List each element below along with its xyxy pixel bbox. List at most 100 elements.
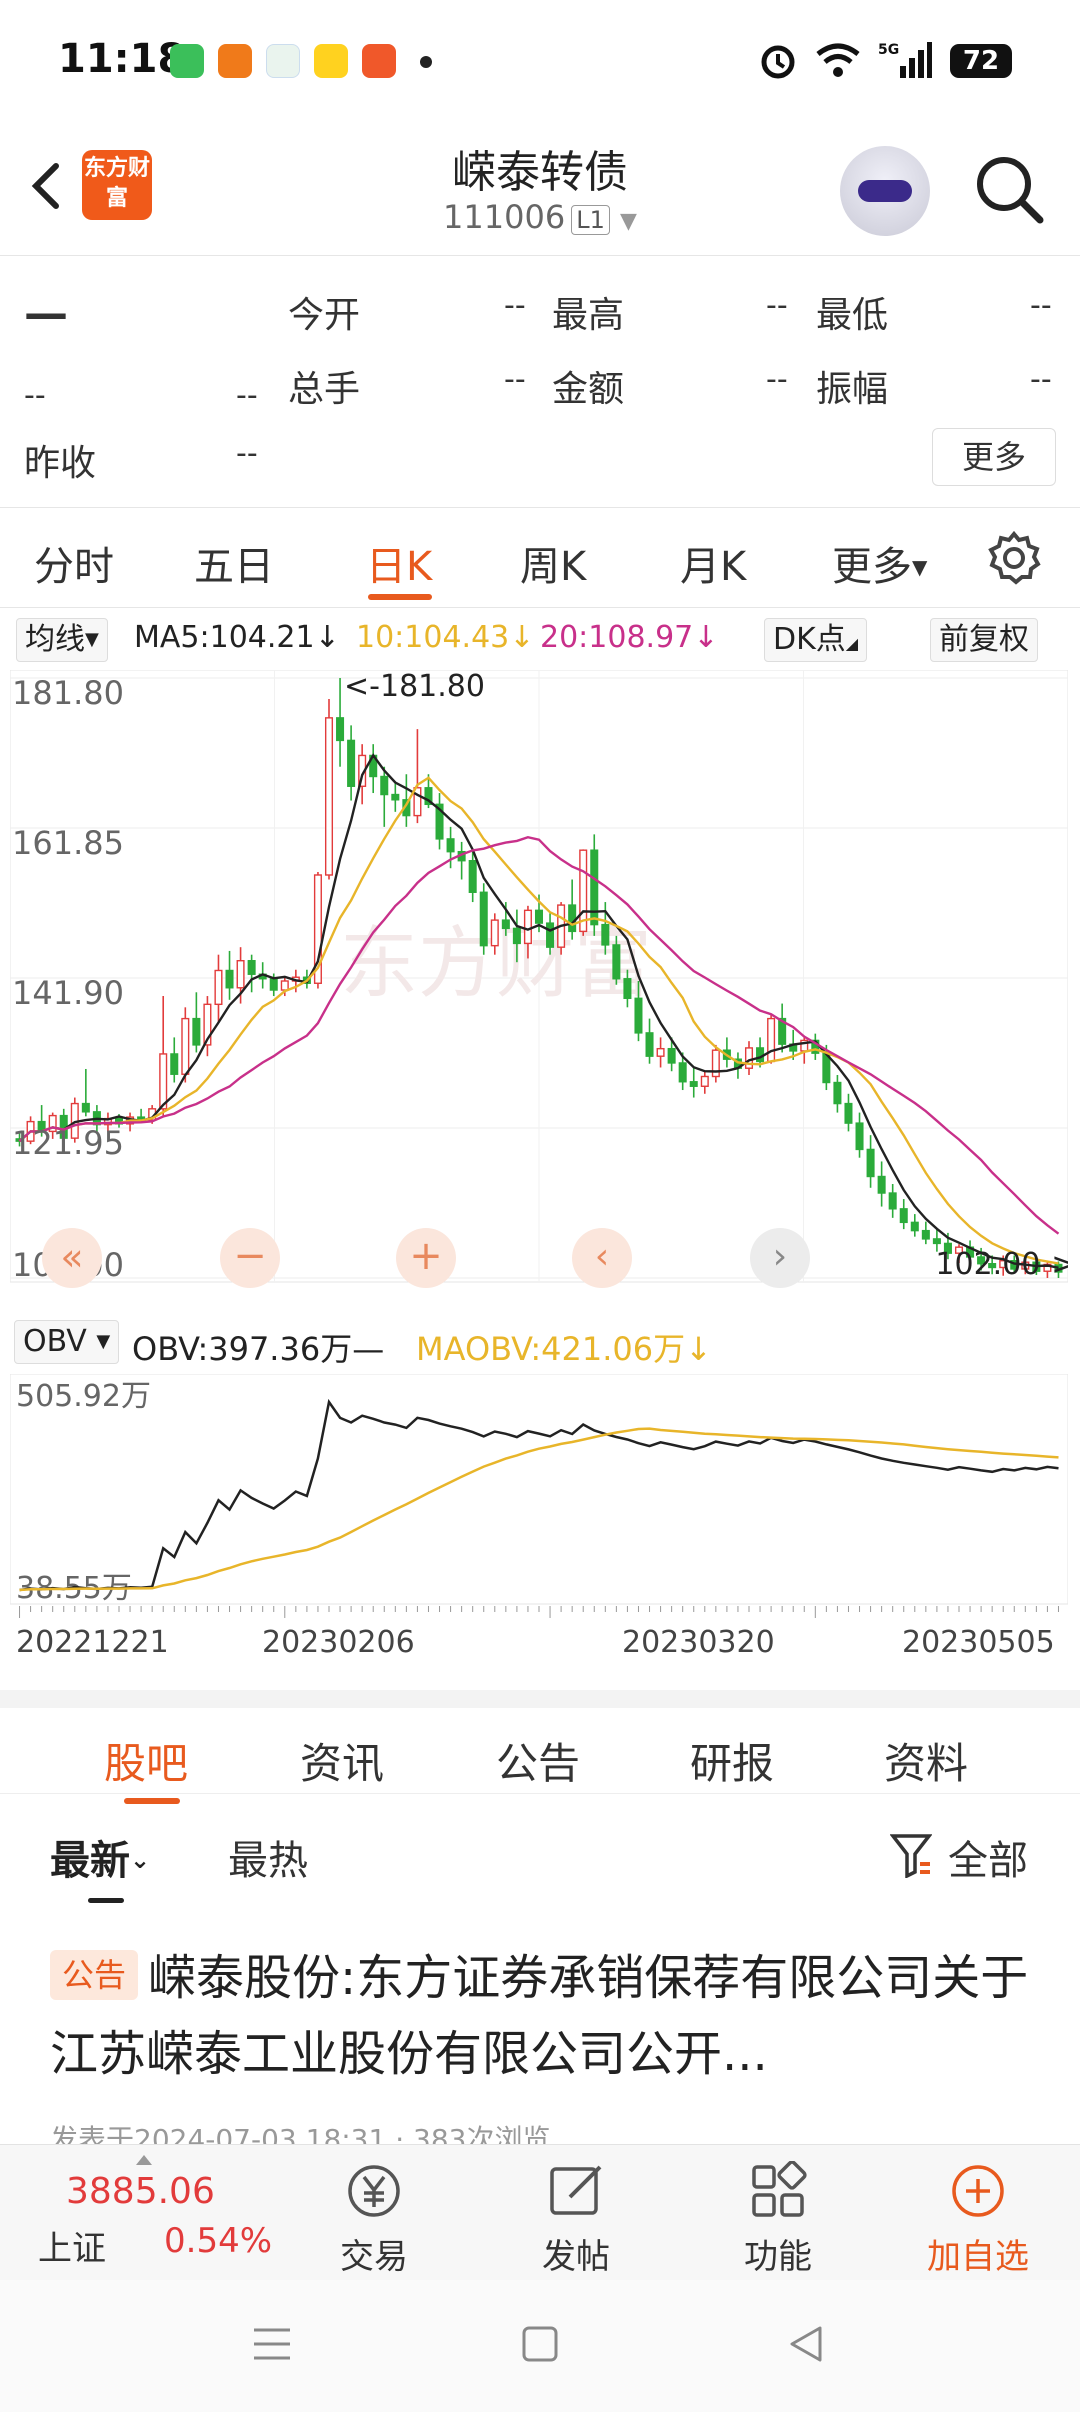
gear-icon[interactable] (986, 530, 1042, 586)
high-value: -- (766, 288, 788, 323)
candle-body (634, 997, 643, 1034)
prev-close-label: 昨收 (24, 443, 97, 484)
tab-daily-k[interactable]: 日K (366, 534, 432, 592)
candle-body (590, 849, 599, 926)
post-button[interactable]: 发帖 (506, 2161, 646, 2278)
candle-body (767, 1017, 776, 1063)
caret-down-icon: ▼ (96, 1331, 111, 1352)
post-item[interactable]: 公告 嵘泰股份:东方证券承销保荐有限公司关于江苏嵘泰工业股份有限公司公开... (50, 1940, 1040, 2092)
more-quote-button[interactable]: 更多 (932, 428, 1056, 486)
min-price-label: 102.00-> (935, 1247, 1068, 1282)
filter-icon[interactable] (890, 1832, 932, 1878)
plus-circle-icon (952, 2165, 1004, 2217)
scroll-left-button[interactable]: ‹ (572, 1228, 632, 1288)
tab-announcements[interactable]: 公告 (496, 1730, 580, 1791)
tab-five-day[interactable]: 五日 (194, 534, 274, 592)
functions-button[interactable]: 功能 (708, 2161, 848, 2278)
tab-guba[interactable]: 股吧 (104, 1730, 188, 1791)
maobv-text: MAOBV:421.06万 (416, 1330, 686, 1368)
ma20-text: 20:108.97 (540, 620, 694, 655)
candle-body (280, 980, 289, 991)
obv-chart[interactable]: 505.92万 38.55万 20221221 20230206 2023032… (9, 1373, 1069, 1684)
volume-value: -- (504, 362, 526, 397)
candle-body (170, 1053, 179, 1075)
adjust-selector[interactable]: 前复权 (930, 618, 1038, 662)
obv-selector[interactable]: OBV ▼ (14, 1320, 120, 1364)
system-nav-bar (0, 2280, 1080, 2412)
candle-body (159, 1053, 168, 1110)
sort-latest[interactable]: 最新⌄ (50, 1828, 150, 1886)
tab-intraday[interactable]: 分时 (34, 534, 114, 592)
ma-selector[interactable]: 均线▼ (16, 618, 108, 662)
alarm-icon (761, 45, 795, 79)
tab-profile[interactable]: 资料 (884, 1730, 968, 1791)
open-value: -- (504, 288, 526, 323)
tab-research[interactable]: 研报 (690, 1730, 774, 1791)
trade-button[interactable]: 交易 (304, 2161, 444, 2278)
zoom-fast-left-button[interactable]: « (42, 1228, 102, 1288)
low-label: 最低 (816, 295, 889, 336)
candle-body (678, 1062, 687, 1083)
post-title: 嵘泰股份:东方证券承销保荐有限公司关于江苏嵘泰工业股份有限公司公开... (50, 1950, 1029, 2082)
candle-body (689, 1081, 698, 1087)
candle-body (623, 978, 632, 1000)
candle-body (656, 1047, 665, 1057)
tab-weekly-k[interactable]: 周K (520, 534, 586, 592)
candle-body (844, 1102, 853, 1124)
back-nav-icon[interactable] (784, 2322, 828, 2366)
sort-indicator (88, 1898, 124, 1903)
search-icon[interactable] (970, 150, 1050, 230)
candle-body (347, 739, 356, 787)
obv-frame (9, 1373, 1069, 1605)
ma-selector-label: 均线 (25, 622, 85, 657)
menu-icon[interactable] (250, 2324, 294, 2364)
candle-body (833, 1081, 842, 1105)
candle-body (413, 787, 422, 817)
assistant-robot-avatar[interactable] (840, 146, 930, 236)
zoom-in-button[interactable]: + (396, 1228, 456, 1288)
candle-body (501, 919, 510, 930)
candle-body (269, 978, 278, 991)
candle-body (546, 922, 555, 948)
obv-text: OBV:397.36万 (132, 1330, 353, 1368)
obv-selector-label: OBV (23, 1324, 87, 1359)
candle-body (645, 1032, 654, 1057)
yen-circle-icon (348, 2165, 400, 2217)
chevron-down-icon: ⌄ (130, 1846, 151, 1874)
tab-monthly-k[interactable]: 月K (680, 534, 746, 592)
status-time: 11:18 (58, 36, 186, 82)
kline-chart[interactable]: 东方财富 <-181.80 102.00-> 181.80 161.85 141.90… (9, 669, 1076, 1312)
candle-body (523, 909, 532, 945)
trade-label: 交易 (340, 2237, 408, 2277)
functions-label: 功能 (744, 2237, 812, 2277)
home-icon[interactable] (518, 2322, 562, 2366)
candle-body (181, 1017, 190, 1075)
x-label-2: 20230206 (262, 1625, 415, 1660)
prev-close-value: -- (236, 436, 258, 471)
y-tick-label: 161.85 (12, 824, 124, 862)
sort-latest-label: 最新 (50, 1838, 130, 1884)
candle-body (612, 944, 621, 980)
signal-icon: 5G (878, 42, 932, 78)
index-ticker[interactable]: 3885.06 上证 0.54% (12, 2155, 272, 2269)
max-price-label: <-181.80 (344, 670, 485, 704)
sort-hot[interactable]: 最热 (228, 1828, 308, 1886)
candle-body (391, 793, 400, 801)
candle-body (700, 1075, 709, 1087)
status-bar: 11:18 5G 72 (0, 0, 1080, 120)
quote-panel: — -- -- 今开 -- 最高 -- 最低 -- 总手 -- 金额 -- 振幅… (0, 256, 1080, 508)
more-notifications-dot (420, 56, 432, 68)
filter-all[interactable]: 全部 (948, 1828, 1028, 1886)
tab-more[interactable]: 更多▼ (832, 534, 927, 592)
add-watchlist-button[interactable]: 加自选 (908, 2161, 1048, 2278)
zoom-out-button[interactable]: − (220, 1228, 280, 1288)
scroll-right-button[interactable]: › (750, 1228, 810, 1288)
candle-body (877, 1175, 886, 1194)
candle-body (225, 969, 234, 989)
level-badge: L1 (571, 205, 610, 235)
tab-news[interactable]: 资讯 (300, 1730, 384, 1791)
dk-point-selector[interactable]: DK点◢ (764, 618, 868, 662)
wifi-icon (816, 43, 860, 77)
tab-more-label: 更多 (832, 544, 912, 590)
obv-legend-row: OBV ▼ OBV:397.36万— MAOBV:421.06万↓ (0, 1318, 1080, 1368)
